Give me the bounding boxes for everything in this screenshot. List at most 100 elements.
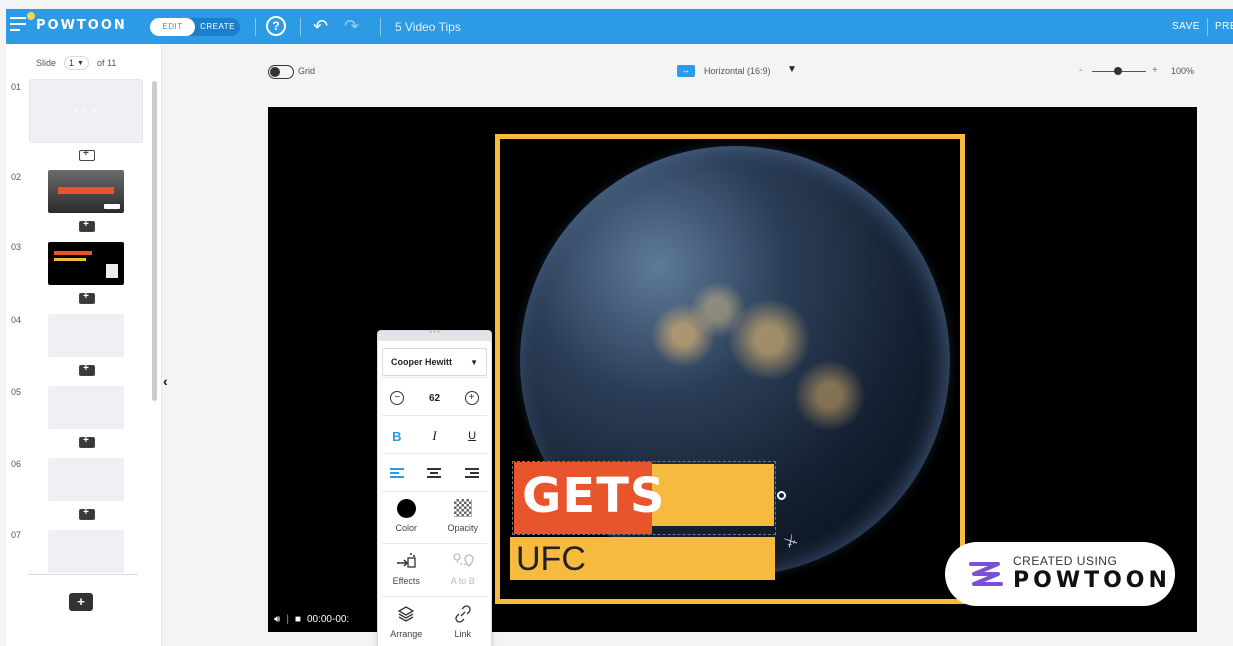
- arrange-row: Arrange Link: [378, 603, 491, 639]
- badge-caption: CREATED USING: [1013, 554, 1118, 568]
- a-to-b-button[interactable]: A to B: [437, 550, 489, 586]
- slides-scrollbar[interactable]: [152, 81, 157, 401]
- slide-thumbnail[interactable]: • • •: [48, 530, 124, 573]
- zoom-out-button[interactable]: -: [1079, 65, 1082, 76]
- slide-number: 01: [11, 82, 22, 92]
- player-controls: 🔊︎ | ■ 00:00-00:: [268, 607, 378, 632]
- transition-icon[interactable]: [79, 363, 95, 376]
- collapse-panel-icon[interactable]: ‹: [163, 373, 168, 389]
- slide-thumbnail[interactable]: [48, 170, 124, 213]
- slide-number: 06: [11, 459, 22, 469]
- grid-label: Grid: [298, 66, 316, 76]
- grid-toggle[interactable]: [268, 65, 294, 79]
- chevron-down-icon: ▼: [470, 357, 478, 367]
- redo-icon[interactable]: ↷: [344, 16, 359, 37]
- slide-thumbnail[interactable]: [48, 242, 124, 285]
- font-size-value[interactable]: 62: [429, 393, 440, 404]
- slide-navigator: Slide 1 ▼ of 11: [36, 56, 116, 70]
- help-icon[interactable]: ?: [266, 16, 286, 36]
- app-logo: POWTOON: [36, 18, 127, 33]
- opacity-label: Opacity: [447, 523, 478, 533]
- underline-button[interactable]: U: [462, 430, 482, 442]
- opacity-button[interactable]: Opacity: [437, 497, 489, 533]
- align-center-icon[interactable]: [427, 467, 442, 479]
- transition-icon[interactable]: [79, 291, 95, 304]
- italic-button[interactable]: I: [424, 428, 444, 444]
- edit-mode-button[interactable]: EDIT: [150, 18, 195, 36]
- arrange-button[interactable]: Arrange: [380, 603, 432, 639]
- zoom-slider-thumb[interactable]: [1114, 67, 1122, 75]
- save-button[interactable]: SAVE: [1172, 21, 1200, 32]
- divider: [255, 18, 256, 36]
- divider: [380, 18, 381, 36]
- video-camera-icon[interactable]: ■: [295, 614, 301, 625]
- panel-drag-handle[interactable]: [378, 331, 491, 341]
- divider: [1207, 18, 1208, 36]
- divider: [300, 18, 301, 36]
- selection-box: [512, 461, 776, 535]
- color-swatch-icon: [396, 498, 416, 518]
- preview-button[interactable]: PRE: [1215, 21, 1233, 32]
- volume-icon[interactable]: 🔊︎: [274, 614, 280, 625]
- menu-icon[interactable]: [10, 12, 35, 33]
- align-left-icon[interactable]: [389, 467, 404, 479]
- created-using-badge: CREATED USING POWTOON: [945, 542, 1175, 606]
- slide-thumbnail[interactable]: • • •: [48, 386, 124, 429]
- create-mode-button[interactable]: CREATE: [195, 18, 240, 36]
- slide-total: of 11: [96, 58, 117, 68]
- chevron-down-icon[interactable]: ▼: [787, 64, 797, 75]
- top-bar: POWTOON EDIT CREATE ? ↶ ↷ 5 Video Tips S…: [6, 9, 1233, 44]
- current-slide-value: 1: [69, 58, 75, 68]
- divider: [28, 574, 138, 575]
- font-size-row: − 62 +: [378, 387, 491, 409]
- project-title[interactable]: 5 Video Tips: [395, 20, 461, 34]
- slide-number: 02: [11, 172, 22, 182]
- slide-number: 04: [11, 315, 22, 325]
- font-family-value: Cooper Hewitt: [391, 357, 453, 367]
- slide-number: 03: [11, 242, 22, 252]
- slide-thumbnail[interactable]: • • •: [29, 79, 143, 143]
- decrease-size-button[interactable]: −: [390, 391, 405, 405]
- transition-icon[interactable]: [79, 148, 95, 161]
- font-family-select[interactable]: Cooper Hewitt ▼: [382, 348, 487, 376]
- resize-handle[interactable]: [777, 491, 786, 500]
- slide-number-select[interactable]: 1 ▼: [64, 56, 89, 70]
- text-style-row: B I U: [378, 425, 491, 447]
- path-pin-icon: [437, 550, 489, 572]
- link-button[interactable]: Link: [437, 603, 489, 639]
- orientation-icon[interactable]: ↔: [677, 65, 695, 77]
- link-chain-icon: [437, 603, 489, 625]
- mode-toggle[interactable]: EDIT CREATE: [150, 18, 240, 36]
- orientation-select[interactable]: Horizontal (16:9): [704, 66, 771, 76]
- effects-label: Effects: [392, 576, 420, 586]
- slide-number: 05: [11, 387, 22, 397]
- transition-icon[interactable]: [79, 507, 95, 520]
- slides-panel: Slide 1 ▼ of 11 01 • • • 02 03 04 • • • …: [6, 44, 162, 646]
- transition-icon[interactable]: [79, 219, 95, 232]
- undo-icon[interactable]: ↶: [313, 16, 328, 37]
- zoom-in-button[interactable]: +: [1152, 65, 1158, 76]
- layers-icon: [380, 603, 432, 625]
- a-to-b-label: A to B: [450, 576, 475, 586]
- text-properties-panel: Cooper Hewitt ▼ − 62 + B I U Color: [378, 331, 491, 646]
- effects-row: Effects A to B: [378, 550, 491, 586]
- color-button[interactable]: Color: [380, 497, 432, 533]
- increase-size-button[interactable]: +: [464, 391, 479, 405]
- add-slide-button[interactable]: +: [69, 593, 93, 611]
- transition-icon[interactable]: [79, 435, 95, 448]
- arrange-label: Arrange: [390, 629, 423, 639]
- powtoon-logo-icon: [969, 562, 1003, 586]
- alignment-row: [378, 463, 491, 483]
- effects-icon: [380, 550, 432, 572]
- align-right-icon[interactable]: [465, 467, 480, 479]
- powtoon-editor: POWTOON EDIT CREATE ? ↶ ↷ 5 Video Tips S…: [0, 0, 1233, 646]
- slide-thumbnail[interactable]: • • •: [48, 314, 124, 357]
- subline-text[interactable]: UFC: [516, 538, 586, 580]
- bold-button[interactable]: B: [387, 429, 407, 444]
- slide-number: 07: [11, 530, 22, 540]
- slide-label: Slide: [36, 58, 57, 68]
- divider: |: [286, 614, 289, 625]
- color-row: Color Opacity: [378, 497, 491, 533]
- slide-thumbnail[interactable]: • • •: [48, 458, 124, 501]
- effects-button[interactable]: Effects: [380, 550, 432, 586]
